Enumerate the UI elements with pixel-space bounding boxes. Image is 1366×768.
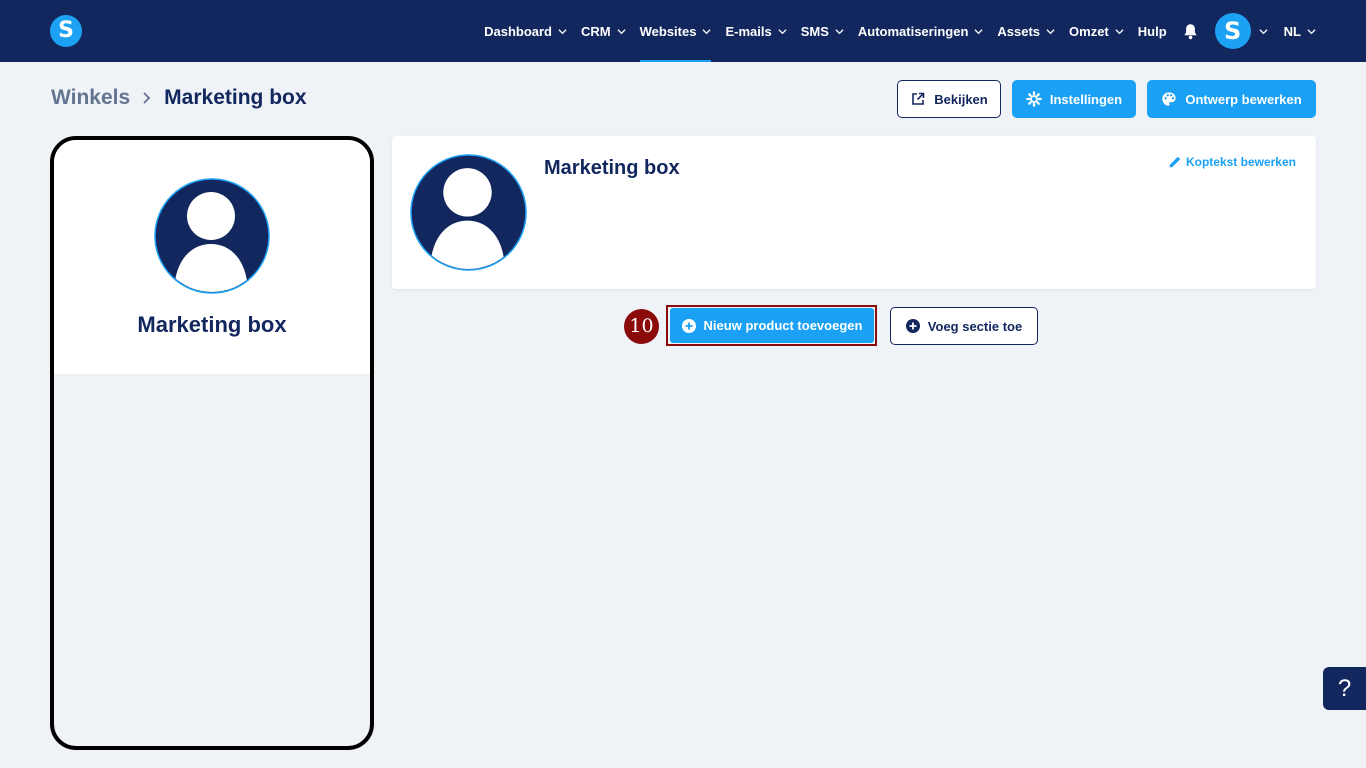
view-label: Bekijken [934, 91, 988, 107]
bell-icon[interactable] [1183, 22, 1199, 40]
external-link-icon [910, 91, 926, 107]
chevron-down-icon [617, 28, 626, 34]
plus-circle-icon [681, 318, 697, 333]
gear-icon [1026, 91, 1042, 107]
chevron-down-icon [1046, 28, 1055, 34]
add-section-button[interactable]: Voeg sectie toe [890, 307, 1038, 345]
user-placeholder-icon [154, 178, 270, 294]
chevron-down-icon [1115, 28, 1124, 34]
nav-label: CRM [581, 23, 611, 39]
help-button[interactable]: ? [1323, 667, 1366, 710]
step-number-badge: 10 [624, 309, 659, 344]
mobile-preview: Marketing box [50, 136, 374, 750]
chevron-down-icon [778, 28, 787, 34]
breadcrumb: Winkels Marketing box [51, 86, 307, 110]
nav-label: Assets [997, 23, 1041, 39]
top-navigation: S Dashboard CRM Websites E-mails SMS Aut… [0, 0, 1366, 62]
add-section-label: Voeg sectie toe [927, 318, 1023, 334]
nav-label: SMS [800, 23, 829, 39]
nav-label: Dashboard [484, 23, 552, 39]
nav-label: Websites [639, 23, 697, 39]
breadcrumb-current: Marketing box [164, 86, 307, 109]
nav-label: Hulp [1137, 23, 1167, 39]
nav-automations[interactable]: Automatiseringen [858, 0, 984, 62]
chevron-down-icon [702, 28, 712, 34]
shop-title: Marketing box [544, 157, 680, 179]
preview-header: Marketing box [54, 140, 370, 374]
nav-label: Omzet [1069, 23, 1109, 39]
edit-design-label: Ontwerp bewerken [1185, 91, 1302, 107]
nav-assets[interactable]: Assets [997, 0, 1055, 62]
user-placeholder-icon[interactable] [410, 154, 527, 271]
language-selector[interactable]: NL [1284, 0, 1316, 62]
palette-icon [1161, 91, 1177, 107]
plus-circle-icon [905, 319, 921, 334]
add-product-button[interactable]: Nieuw product toevoegen [670, 308, 874, 343]
nav-emails[interactable]: E-mails [725, 0, 787, 62]
edit-design-button[interactable]: Ontwerp bewerken [1147, 80, 1316, 118]
chevron-down-icon [1307, 28, 1316, 34]
user-avatar[interactable]: S [1214, 13, 1251, 49]
chevron-down-icon [558, 28, 567, 34]
breadcrumb-parent[interactable]: Winkels [51, 86, 130, 110]
header-card: Marketing box Koptekst bewerken [392, 136, 1316, 289]
chevron-right-icon [142, 91, 152, 105]
nav-sms[interactable]: SMS [801, 0, 844, 62]
language-label: NL [1283, 23, 1301, 39]
logo[interactable]: S [50, 15, 82, 47]
main-menu: Dashboard CRM Websites E-mails SMS Autom… [470, 0, 1316, 62]
chevron-down-icon [974, 28, 983, 34]
edit-header-link[interactable]: Koptekst bewerken [1168, 155, 1296, 169]
add-product-label: Nieuw product toevoegen [703, 318, 863, 333]
settings-label: Instellingen [1049, 91, 1123, 107]
nav-dashboard[interactable]: Dashboard [484, 0, 567, 62]
chevron-down-icon[interactable] [1259, 27, 1268, 36]
nav-label: Automatiseringen [857, 23, 969, 39]
chevron-down-icon [835, 28, 844, 34]
nav-revenue[interactable]: Omzet [1069, 0, 1124, 62]
pencil-icon [1168, 155, 1182, 169]
nav-crm[interactable]: CRM [581, 0, 626, 62]
nav-label: E-mails [725, 23, 772, 39]
edit-header-label: Koptekst bewerken [1185, 155, 1296, 169]
nav-websites[interactable]: Websites [639, 0, 712, 62]
view-button[interactable]: Bekijken [897, 80, 1001, 118]
preview-shop-name: Marketing box [137, 312, 287, 337]
nav-help[interactable]: Hulp [1138, 0, 1167, 62]
settings-button[interactable]: Instellingen [1012, 80, 1136, 118]
